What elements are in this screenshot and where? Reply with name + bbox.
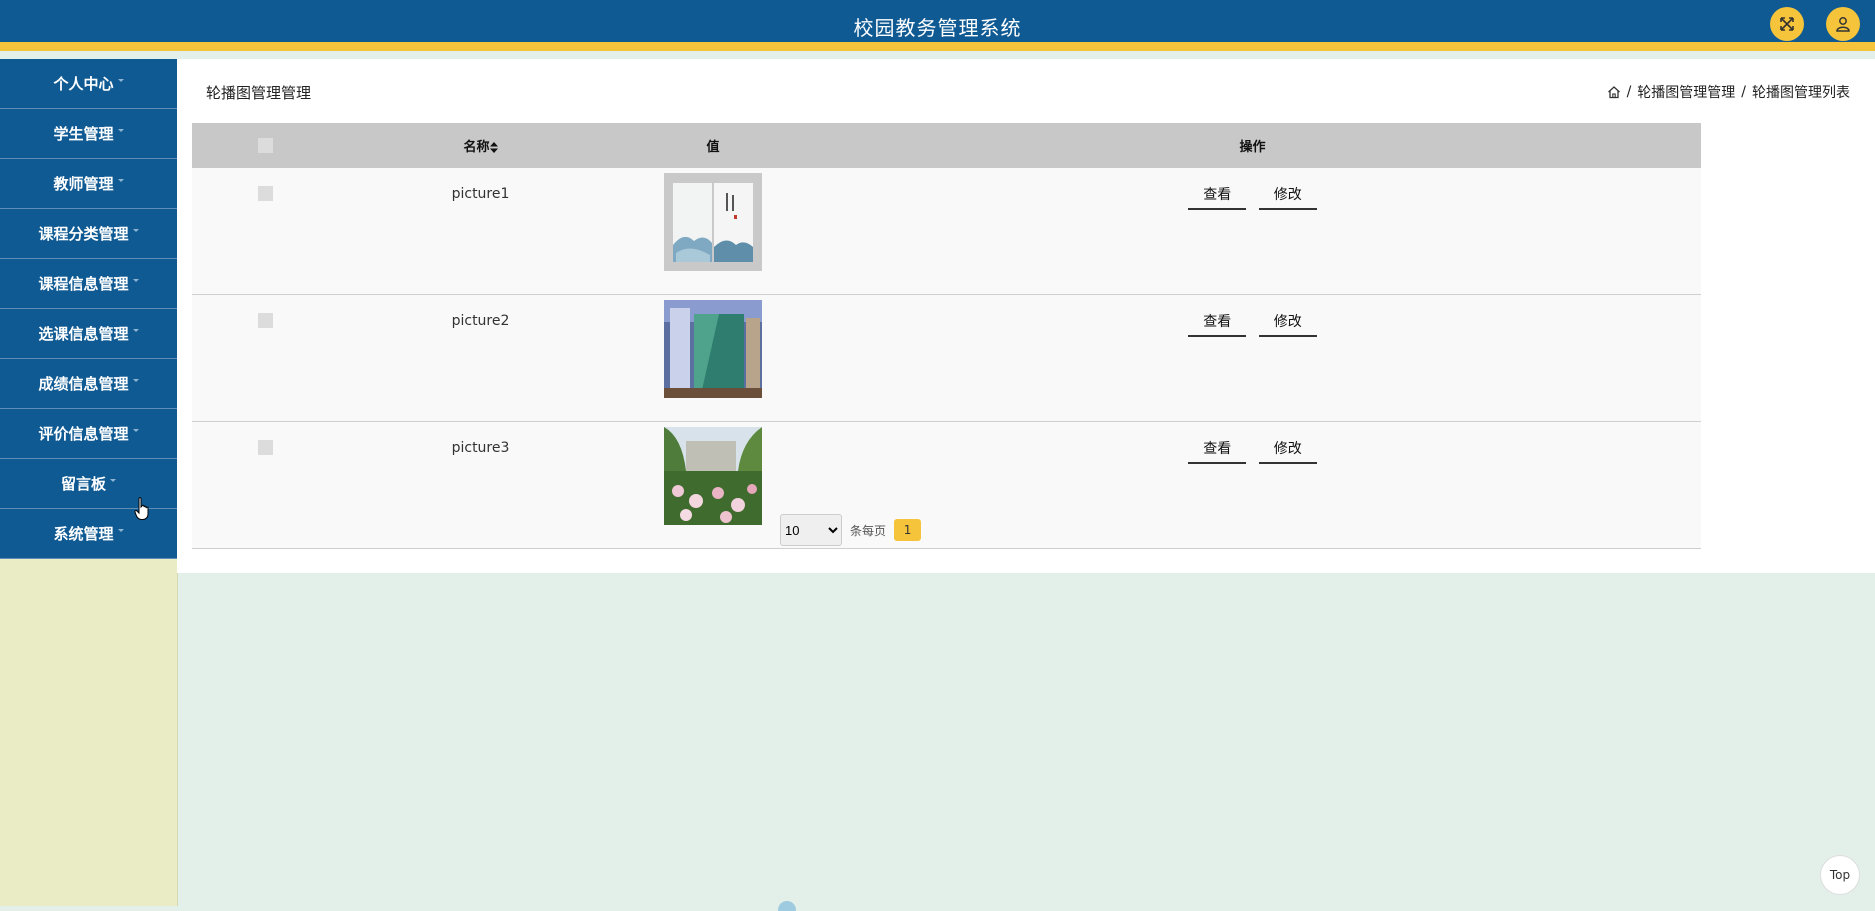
page-size-select[interactable]: 10 xyxy=(780,514,842,546)
table-row: picture3 查看 修改 xyxy=(192,421,1701,549)
thumbnail-image xyxy=(664,173,762,271)
row-actions: 查看 修改 xyxy=(804,168,1701,295)
select-all-checkbox[interactable] xyxy=(258,138,273,153)
expand-icon xyxy=(1780,17,1794,31)
sidebar: 个人中心 学生管理 教师管理 课程分类管理 课程信息管理 选课信息管理 成绩信息… xyxy=(0,59,178,906)
caret-down-icon xyxy=(117,179,124,182)
caret-down-icon xyxy=(117,529,124,532)
table-row: picture1 查看 修改 xyxy=(192,168,1701,295)
carousel-table: 名称 值 操作 picture1 查看 修改 picture2 查看 修改 pi… xyxy=(192,123,1701,549)
back-to-top-button[interactable]: Top xyxy=(1820,855,1860,895)
sidebar-item-course-info[interactable]: 课程信息管理 xyxy=(0,259,177,309)
sidebar-item-students[interactable]: 学生管理 xyxy=(0,109,177,159)
caret-down-icon xyxy=(132,429,139,432)
caret-down-icon xyxy=(132,229,139,232)
breadcrumb-level-1[interactable]: 轮播图管理管理 xyxy=(1637,82,1735,102)
top-bar: 校园教务管理系统 xyxy=(0,0,1875,51)
table-header-row: 名称 值 操作 xyxy=(192,123,1701,168)
page-1-button[interactable]: 1 xyxy=(894,519,922,541)
caret-down-icon xyxy=(117,79,124,82)
view-button[interactable]: 查看 xyxy=(1188,436,1247,464)
caret-down-icon xyxy=(132,379,139,382)
thumbnail-image xyxy=(664,427,762,525)
breadcrumb-separator: / xyxy=(1741,84,1746,100)
actions-column-header: 操作 xyxy=(804,123,1701,168)
sidebar-item-evaluations[interactable]: 评价信息管理 xyxy=(0,409,177,459)
breadcrumb: / 轮播图管理管理 / 轮播图管理列表 xyxy=(1607,82,1850,102)
user-icon xyxy=(1836,17,1850,32)
app-title: 校园教务管理系统 xyxy=(853,16,1022,40)
value-column-header: 值 xyxy=(622,123,804,168)
view-button[interactable]: 查看 xyxy=(1188,309,1247,337)
per-page-label: 条每页 xyxy=(850,523,887,538)
row-actions: 查看 修改 xyxy=(804,421,1701,549)
table-row: picture2 查看 修改 xyxy=(192,294,1701,422)
view-button[interactable]: 查看 xyxy=(1188,182,1247,210)
hand-cursor-icon xyxy=(134,497,149,520)
thumbnail-image xyxy=(664,300,762,398)
row-name: picture3 xyxy=(339,421,622,549)
sidebar-item-course-selection[interactable]: 选课信息管理 xyxy=(0,309,177,359)
sidebar-item-teachers[interactable]: 教师管理 xyxy=(0,159,177,209)
row-name: picture2 xyxy=(339,294,622,422)
row-checkbox[interactable] xyxy=(258,440,273,455)
user-button[interactable] xyxy=(1826,7,1860,41)
edit-button[interactable]: 修改 xyxy=(1258,436,1317,464)
breadcrumb-level-2: 轮播图管理列表 xyxy=(1752,85,1850,101)
sidebar-item-grades[interactable]: 成绩信息管理 xyxy=(0,359,177,409)
fullscreen-button[interactable] xyxy=(1770,7,1804,41)
sidebar-item-course-categories[interactable]: 课程分类管理 xyxy=(0,209,177,259)
name-column-header[interactable]: 名称 xyxy=(339,123,622,168)
row-checkbox[interactable] xyxy=(258,186,273,201)
breadcrumb-separator: / xyxy=(1626,84,1632,100)
caret-down-icon xyxy=(132,279,139,282)
edit-button[interactable]: 修改 xyxy=(1258,309,1317,337)
caret-down-icon xyxy=(132,329,139,332)
caret-down-icon xyxy=(110,479,116,482)
pagination: 10 条每页 1 xyxy=(780,514,922,546)
floating-indicator xyxy=(778,901,796,911)
page-title: 轮播图管理管理 xyxy=(206,84,312,102)
select-all-header xyxy=(192,123,339,168)
sort-icon[interactable] xyxy=(489,142,498,153)
caret-down-icon xyxy=(117,129,124,132)
row-checkbox[interactable] xyxy=(258,313,273,328)
row-actions: 查看 修改 xyxy=(804,294,1701,422)
edit-button[interactable]: 修改 xyxy=(1258,182,1317,210)
sidebar-item-personal-center[interactable]: 个人中心 xyxy=(0,59,177,109)
main-content: 轮播图管理管理 / 轮播图管理管理 / 轮播图管理列表 名称 值 操作 pict… xyxy=(177,59,1875,573)
row-name: picture1 xyxy=(339,168,622,295)
home-icon[interactable] xyxy=(1607,85,1621,99)
